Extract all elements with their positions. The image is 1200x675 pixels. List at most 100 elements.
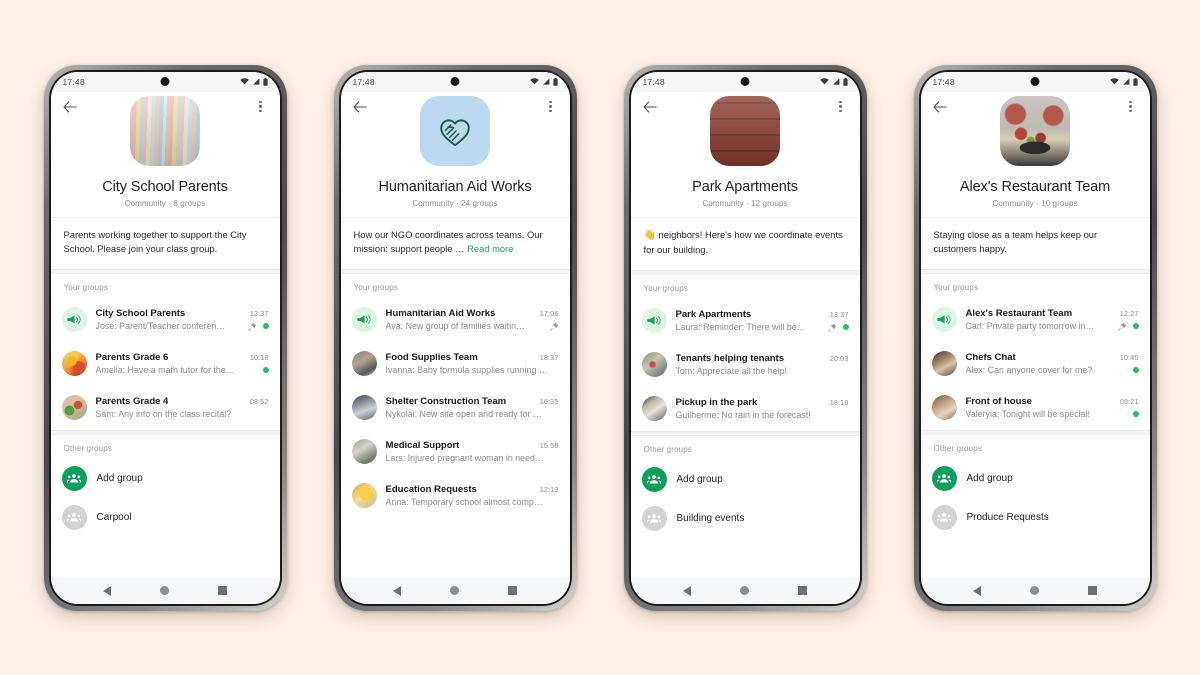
front-camera-punchhole — [160, 76, 170, 86]
nav-recents-icon[interactable] — [798, 586, 807, 595]
nav-home-icon[interactable] — [160, 586, 170, 595]
group-row-top: Park Apartments 13:37 — [676, 309, 849, 320]
group-timestamp: 17:06 — [539, 309, 559, 319]
group-list-item[interactable]: City School Parents 12:37 José: Parent/Tea… — [51, 298, 280, 342]
back-arrow-icon[interactable] — [641, 98, 659, 116]
add-group-icon — [931, 465, 957, 491]
battery-icon — [552, 77, 558, 86]
group-list-item[interactable]: Medical Support 15:59 Lars: Injured pregna… — [341, 430, 570, 474]
group-icon — [931, 504, 957, 530]
community-photo[interactable] — [1000, 95, 1070, 166]
overflow-menu-icon[interactable] — [542, 98, 560, 116]
overflow-menu-icon[interactable] — [1122, 98, 1140, 116]
group-row-body: Tenants helping tenants 20:03 Tom: Appreci… — [676, 353, 849, 376]
phone-screen: 17:48 Park Apartments Community · 12 group… — [630, 71, 860, 604]
phone-bezel: 17:48 Humanitarian Aid Works Community · 2… — [338, 69, 572, 606]
other-group-item[interactable]: Add group — [51, 459, 280, 498]
group-name: Chefs Chat — [965, 352, 1016, 364]
other-group-label: Building events — [676, 512, 745, 524]
phone-bezel: 17:48 Alex's Restaurant Team Community · 1… — [918, 69, 1152, 606]
groups-list[interactable]: Your groups Park Apartments 13:37 Laura: Re… — [630, 274, 860, 578]
nav-recents-icon[interactable] — [218, 586, 227, 595]
other-group-item[interactable]: Carpool — [51, 498, 280, 537]
community-description-text: Parents working together to support the … — [63, 228, 247, 255]
groups-list[interactable]: Your groups City School Parents 12:37 José:… — [50, 273, 280, 578]
group-list-item[interactable]: Education Requests 12:13 Anna: Temporary s… — [341, 474, 570, 518]
nav-back-icon[interactable] — [393, 585, 402, 596]
group-name: Medical Support — [385, 440, 460, 452]
nav-recents-icon[interactable] — [508, 586, 517, 595]
community-description: 👋 neighbors! Here's how we coordinate ev… — [630, 216, 860, 270]
phone-mockup-park-apartments: 17:48 Park Apartments Community · 12 group… — [623, 64, 867, 611]
group-row-body: Education Requests 12:13 Anna: Temporary s… — [386, 484, 559, 507]
unread-indicator — [842, 324, 849, 331]
nav-home-icon[interactable] — [1030, 586, 1040, 595]
nav-home-icon[interactable] — [740, 586, 750, 595]
group-list-item[interactable]: Tenants helping tenants 20:03 Tom: Appreci… — [631, 343, 860, 387]
pinned-icon — [827, 323, 837, 332]
unread-indicator — [1132, 367, 1139, 374]
group-row-top: Education Requests 12:13 — [386, 484, 559, 495]
groups-list[interactable]: Your groups Alex's Restaurant Team 12:27 Ca… — [920, 273, 1150, 578]
pinned-icon — [247, 322, 257, 331]
signal-icon — [542, 78, 550, 85]
group-row-bottom: Valeryia: Tonight will be special! — [966, 409, 1139, 419]
group-row-bottom: Sam: Any info on the class recital? — [96, 409, 269, 419]
read-more-link[interactable]: Read more — [467, 243, 513, 254]
group-list-item[interactable]: Humanitarian Aid Works 17:06 Ava: New grou… — [341, 298, 570, 342]
header-spacer — [351, 208, 560, 217]
header-spacer — [931, 208, 1140, 217]
group-list-item[interactable]: Alex's Restaurant Team 12:27 Carl: Private… — [921, 298, 1150, 342]
other-group-item[interactable]: Add group — [631, 460, 860, 499]
back-arrow-icon[interactable] — [931, 98, 949, 116]
group-name: Food Supplies Team — [385, 352, 478, 364]
other-group-item[interactable]: Produce Requests — [921, 498, 1150, 537]
other-group-item[interactable]: Building events — [631, 499, 860, 538]
other-group-item[interactable]: Add group — [921, 459, 1150, 498]
overflow-menu-icon[interactable] — [832, 98, 850, 116]
group-row-meta — [827, 322, 849, 332]
community-header: Park Apartments Community · 12 groups — [630, 91, 860, 217]
community-photo[interactable] — [420, 95, 490, 166]
overflow-menu-icon[interactable] — [252, 98, 270, 116]
group-timestamp: 12:27 — [1119, 309, 1139, 319]
group-name: Tenants helping tenants — [675, 353, 784, 365]
group-avatar — [641, 396, 667, 422]
group-list-item[interactable]: Parents Grade 6 10:18 Amelia: Have a math … — [51, 342, 280, 386]
nav-back-icon[interactable] — [103, 585, 112, 596]
nav-home-icon[interactable] — [450, 586, 460, 595]
wave-emoji: 👋 — [643, 229, 656, 241]
community-photo[interactable] — [130, 95, 200, 166]
header-spacer — [641, 208, 850, 217]
group-timestamp: 20:03 — [829, 354, 849, 364]
group-name: Shelter Construction Team — [385, 396, 507, 408]
group-timestamp: 10:45 — [1119, 353, 1139, 363]
group-list-item[interactable]: Parents Grade 4 08:52 Sam: Any info on the… — [51, 386, 280, 430]
back-arrow-icon[interactable] — [351, 98, 369, 116]
group-timestamp: 10:18 — [249, 353, 269, 363]
nav-back-icon[interactable] — [683, 585, 692, 596]
back-arrow-icon[interactable] — [61, 98, 79, 116]
android-navigation-bar — [920, 577, 1150, 604]
group-row-top: Food Supplies Team 18:37 — [386, 352, 559, 363]
group-row-body: Chefs Chat 10:45 Alex: Can anyone cover fo… — [966, 352, 1139, 375]
community-description: How our NGO coordinates across teams. Ou… — [340, 216, 570, 269]
status-bar-clock: 17:48 — [62, 76, 85, 87]
group-list-item[interactable]: Chefs Chat 10:45 Alex: Can anyone cover fo… — [921, 342, 1150, 386]
group-list-item[interactable]: Front of house 09:21 Valeryia: Tonight wil… — [921, 386, 1150, 430]
group-list-item[interactable]: Park Apartments 13:37 Laura: Reminder: The… — [631, 299, 860, 343]
other-groups-label: Other groups — [933, 443, 982, 453]
wifi-icon — [819, 78, 829, 85]
group-name: Alex's Restaurant Team — [965, 308, 1073, 320]
nav-back-icon[interactable] — [973, 585, 982, 596]
group-message-preview: Tom: Appreciate all the help! — [675, 366, 788, 377]
nav-recents-icon[interactable] — [1088, 586, 1097, 595]
community-photo[interactable] — [710, 95, 780, 166]
groups-list[interactable]: Your groups Humanitarian Aid Works 17:06 Av… — [340, 273, 570, 578]
community-title: City School Parents — [102, 178, 228, 195]
group-list-item[interactable]: Shelter Construction Team 16:35 Nykolai: N… — [341, 386, 570, 430]
group-message-preview: Guilherme: No rain in the forecast! — [675, 410, 811, 421]
group-list-item[interactable]: Pickup in the park 18:18 Guilherme: No rai… — [631, 387, 860, 431]
group-list-item[interactable]: Food Supplies Team 18:37 Ivanna: Baby form… — [341, 342, 570, 386]
phone-bezel: 17:48 City School Parents Community · 8 gr… — [48, 69, 282, 606]
